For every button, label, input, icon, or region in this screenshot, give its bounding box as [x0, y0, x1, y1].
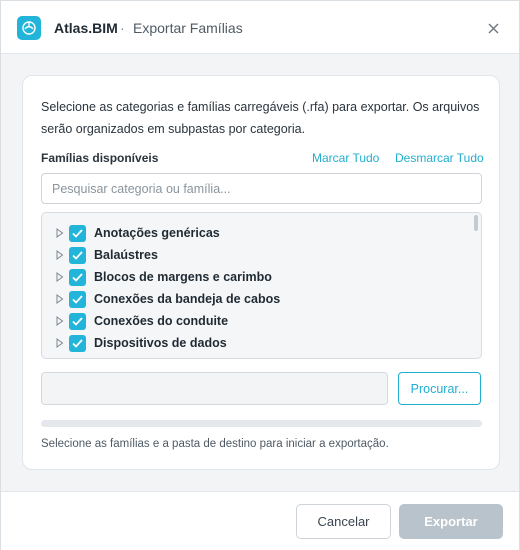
app-name: Atlas.BIM — [54, 20, 118, 36]
dialog-title: Exportar Famílias — [133, 20, 243, 36]
families-tree[interactable]: Anotações genéricas Balaústres Blocos de… — [41, 212, 482, 359]
export-button[interactable]: Exportar — [399, 504, 503, 539]
tree-row[interactable]: Blocos de margens e carimbo — [42, 266, 472, 288]
status-text: Selecione as famílias e a pasta de desti… — [41, 438, 389, 450]
expand-arrow-icon[interactable] — [56, 294, 64, 304]
checkbox[interactable] — [69, 335, 86, 352]
checkmark-icon — [72, 339, 83, 348]
expand-arrow-icon[interactable] — [56, 250, 64, 260]
tree-row-label: Conexões do conduite — [94, 314, 229, 328]
checkmark-icon — [72, 229, 83, 238]
deselect-all-link[interactable]: Desmarcar Tudo — [395, 151, 484, 165]
search-input[interactable] — [41, 173, 482, 204]
tree-row[interactable]: Balaústres — [42, 244, 472, 266]
expand-arrow-icon[interactable] — [56, 228, 64, 238]
export-progress-bar — [41, 420, 482, 427]
title-bar: Atlas.BIM · Exportar Famílias — [1, 1, 519, 54]
atlas-logo-icon — [17, 16, 41, 40]
tree-row[interactable]: Conexões da bandeja de cabos — [42, 288, 472, 310]
families-label: Famílias disponíveis — [41, 151, 159, 165]
checkbox[interactable] — [69, 313, 86, 330]
tree-row[interactable]: Anotações genéricas — [42, 222, 472, 244]
content-card: Selecione as categorias e famílias carre… — [22, 75, 500, 470]
select-all-link[interactable]: Marcar Tudo — [312, 151, 379, 165]
browse-button[interactable]: Procurar... — [398, 372, 481, 405]
tree-row-label: Blocos de margens e carimbo — [94, 270, 272, 284]
checkmark-icon — [72, 273, 83, 282]
checkbox[interactable] — [69, 247, 86, 264]
checkbox[interactable] — [69, 225, 86, 242]
export-families-dialog: Atlas.BIM · Exportar Famílias Selecione … — [0, 0, 520, 550]
tree-row-label: Conexões da bandeja de cabos — [94, 292, 281, 306]
tree-row-label: Dispositivos de dados — [94, 336, 227, 350]
checkmark-icon — [72, 295, 83, 304]
expand-arrow-icon[interactable] — [56, 338, 64, 348]
tree-row[interactable]: Conexões do conduite — [42, 310, 472, 332]
intro-text: Selecione as categorias e famílias carre… — [41, 100, 480, 136]
close-icon — [488, 23, 498, 33]
tree-row-label: Balaústres — [94, 248, 158, 262]
tree-row-label: Anotações genéricas — [94, 226, 220, 240]
title-separator: · — [120, 20, 125, 36]
checkbox[interactable] — [69, 269, 86, 286]
expand-arrow-icon[interactable] — [56, 316, 64, 326]
checkmark-icon — [72, 317, 83, 326]
tree-row[interactable]: Dispositivos de dados — [42, 332, 472, 354]
tree-scrollbar[interactable] — [474, 215, 478, 231]
expand-arrow-icon[interactable] — [56, 272, 64, 282]
cancel-button[interactable]: Cancelar — [296, 504, 391, 539]
destination-path-field[interactable] — [41, 372, 388, 405]
checkmark-icon — [72, 251, 83, 260]
close-button[interactable] — [483, 18, 503, 38]
checkbox[interactable] — [69, 291, 86, 308]
dialog-footer: Cancelar Exportar — [1, 491, 519, 550]
